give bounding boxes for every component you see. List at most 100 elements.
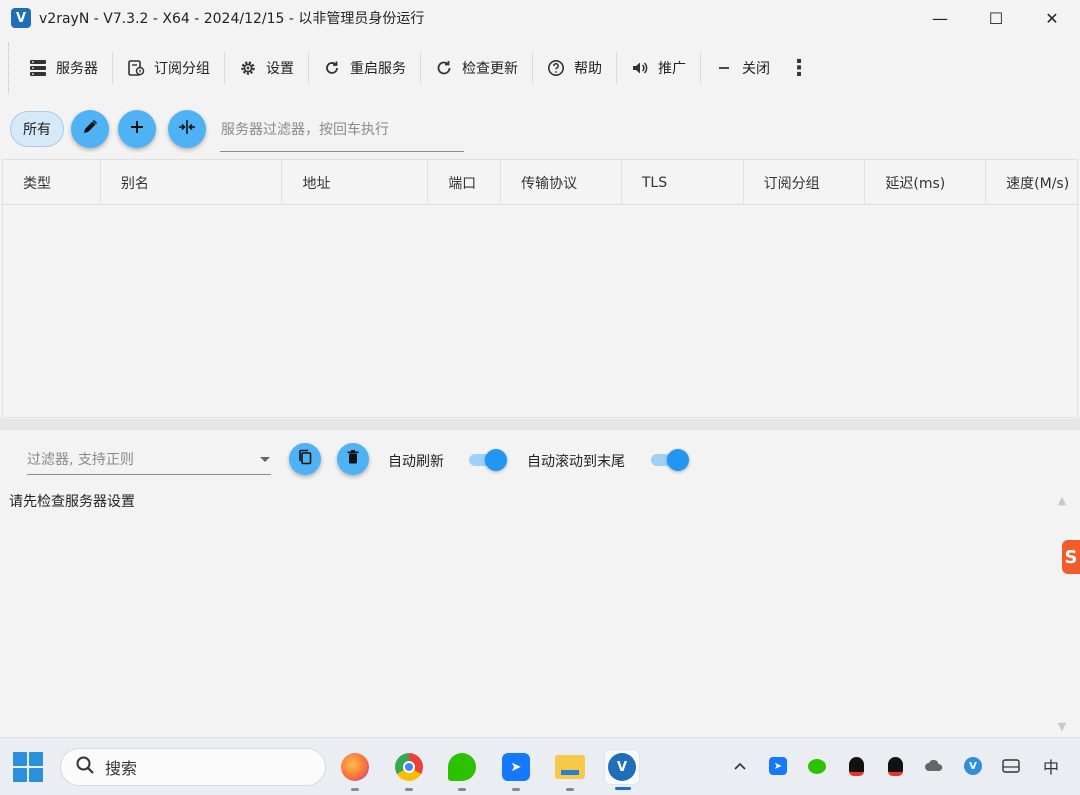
column-header-subscription[interactable]: 订阅分组 [744,160,866,205]
running-indicator [458,788,466,791]
running-indicator [405,788,413,791]
server-table: 类型 别名 地址 端口 传输协议 TLS 订阅分组 延迟(ms) 速度(M/s) [2,159,1078,418]
help-menu-label: 帮助 [574,61,602,77]
column-header-latency[interactable]: 延迟(ms) [865,160,987,205]
column-header-alias[interactable]: 别名 [101,160,283,205]
server-filter-input[interactable]: 服务器过滤器，按回车执行 [220,112,464,152]
panel-splitter[interactable] [0,419,1080,430]
file-explorer-icon [555,755,585,779]
restart-icon [323,59,341,77]
close-app-button[interactable]: 关闭 [701,43,784,93]
pencil-icon [82,119,98,140]
toggle-knob [667,449,689,471]
ime-language-indicator[interactable]: 中 [1040,755,1062,777]
column-header-type[interactable]: 类型 [3,160,101,205]
main-toolbar: 服务器 订阅分组 设置 重启服务 检查更新 帮助 推广 关闭 ⋮ [8,43,814,93]
window-controls: — ☐ ✕ [912,0,1080,36]
promotion-label: 推广 [658,61,686,77]
subscription-menu-button[interactable]: 订阅分组 [113,43,224,93]
taskbar-app-firefox[interactable] [337,749,373,791]
v2rayn-icon: V [608,753,636,781]
window-title: v2rayN - V7.3.2 - X64 - 2024/12/15 - 以非管… [39,11,425,27]
tray-v2rayn-icon[interactable]: V [962,755,984,777]
help-icon [547,59,565,77]
split-column-button[interactable] [168,110,206,148]
running-indicator [351,788,359,791]
chrome-icon [395,753,423,781]
clear-log-button[interactable] [337,443,369,475]
taskbar-app-file-explorer[interactable] [552,749,588,791]
restart-service-label: 重启服务 [350,61,406,77]
subscription-icon [127,59,145,77]
firefox-icon [341,753,369,781]
search-icon [75,755,95,780]
column-header-transport[interactable]: 传输协议 [501,160,622,205]
minus-icon [715,59,733,77]
edit-server-button[interactable] [71,110,109,148]
tray-qq-secondary-icon[interactable] [884,755,906,777]
table-header: 类型 别名 地址 端口 传输协议 TLS 订阅分组 延迟(ms) 速度(M/s) [3,160,1077,205]
more-options-icon[interactable]: ⋮ [784,43,814,93]
log-filter-combobox[interactable]: 过滤器, 支持正则 [27,444,271,475]
check-update-button[interactable]: 检查更新 [421,43,532,93]
column-header-tls[interactable]: TLS [622,160,744,205]
promotion-button[interactable]: 推广 [617,43,700,93]
sogou-ime-icon[interactable]: S [1062,540,1080,574]
log-message: 请先检查服务器设置 [9,494,135,510]
search-label: 搜索 [105,759,138,778]
wechat-icon [448,753,476,781]
running-indicator [512,788,520,791]
taskbar-app-chrome[interactable] [391,749,427,791]
auto-refresh-toggle[interactable] [469,449,507,471]
tray-feishu-icon[interactable]: ➤ [767,755,789,777]
servers-menu-label: 服务器 [56,61,98,77]
check-update-label: 检查更新 [462,61,518,77]
server-icon [29,59,47,77]
maximize-button[interactable]: ☐ [968,0,1024,36]
tray-cloud-icon[interactable] [923,755,945,777]
auto-scroll-toggle[interactable] [651,449,689,471]
all-servers-chip[interactable]: 所有 [10,111,64,147]
servers-menu-button[interactable]: 服务器 [15,43,112,93]
scroll-down-arrow-icon[interactable]: ▼ [1054,718,1070,734]
running-indicator [615,787,631,790]
close-button[interactable]: ✕ [1024,0,1080,36]
column-header-speed[interactable]: 速度(M/s) [986,160,1077,205]
update-icon [435,59,453,77]
column-header-port[interactable]: 端口 [428,160,502,205]
subscription-menu-label: 订阅分组 [154,61,210,77]
windows-taskbar: 搜索 ➤ V ➤ V 中 [0,737,1080,795]
copy-log-button[interactable] [289,443,321,475]
show-hidden-icons-chevron-icon[interactable] [729,755,751,777]
close-app-label: 关闭 [742,61,770,77]
tray-wechat-icon[interactable] [806,755,828,777]
log-filter-placeholder: 过滤器, 支持正则 [27,452,134,468]
title-bar: V v2rayN - V7.3.2 - X64 - 2024/12/15 - 以… [0,0,1080,36]
split-column-icon [178,119,196,140]
toggle-knob [485,449,507,471]
help-menu-button[interactable]: 帮助 [533,43,616,93]
column-header-address[interactable]: 地址 [282,160,429,205]
speaker-icon [631,59,649,77]
gear-icon [239,59,257,77]
trash-icon [347,450,359,468]
copy-icon [298,449,312,469]
add-server-button[interactable] [118,110,156,148]
scroll-up-arrow-icon[interactable]: ▲ [1054,492,1070,508]
v2rayn-logo-icon: V [11,8,31,28]
auto-refresh-label: 自动刷新 [388,454,444,470]
windows-start-icon[interactable] [13,752,43,782]
feishu-icon: ➤ [502,753,530,781]
tray-qq-icon[interactable] [845,755,867,777]
taskbar-app-v2rayn[interactable]: V [604,749,640,790]
auto-scroll-label: 自动滚动到末尾 [527,454,625,470]
tray-display-icon[interactable] [1000,755,1022,777]
taskbar-search-box[interactable]: 搜索 [60,748,326,786]
minimize-button[interactable]: — [912,0,968,36]
dropdown-arrow-icon [260,456,270,462]
taskbar-app-feishu[interactable]: ➤ [498,749,534,791]
running-indicator [566,788,574,791]
taskbar-app-wechat[interactable] [444,749,480,791]
settings-menu-button[interactable]: 设置 [225,43,308,93]
restart-service-button[interactable]: 重启服务 [309,43,420,93]
